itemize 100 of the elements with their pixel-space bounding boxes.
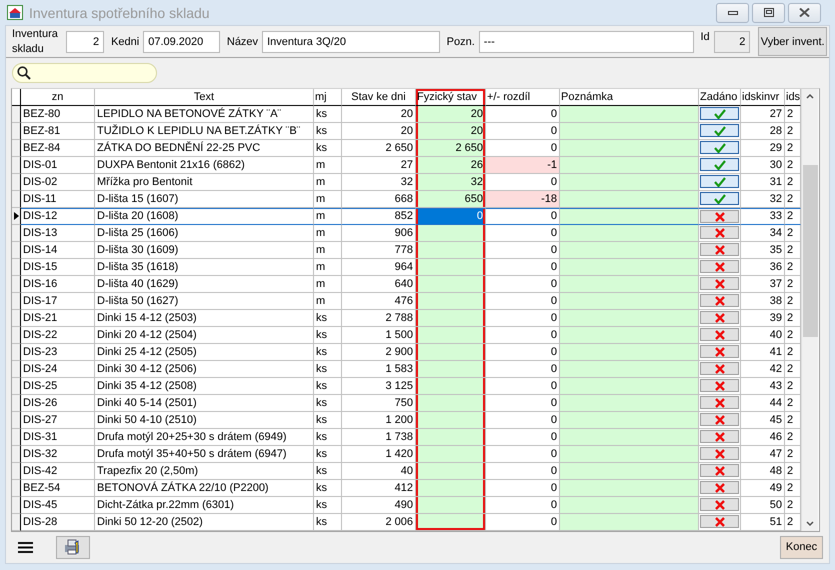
table-cell[interactable]: 0 [416, 208, 486, 225]
entered-toggle[interactable] [700, 379, 739, 392]
table-cell[interactable] [560, 497, 699, 514]
table-cell[interactable] [560, 140, 699, 157]
table-cell[interactable] [416, 344, 486, 361]
entered-toggle[interactable] [700, 277, 739, 290]
entered-toggle[interactable] [700, 481, 739, 494]
entered-toggle[interactable] [700, 328, 739, 341]
row-header[interactable] [12, 395, 21, 412]
table-cell[interactable] [560, 242, 699, 259]
table-cell[interactable] [416, 497, 486, 514]
row-header[interactable] [12, 310, 21, 327]
entered-toggle[interactable] [700, 294, 739, 307]
table-cell[interactable] [560, 446, 699, 463]
table-cell[interactable] [416, 395, 486, 412]
column-header[interactable]: ids [785, 89, 801, 106]
entered-toggle[interactable] [700, 413, 739, 426]
row-header[interactable] [12, 293, 21, 310]
row-header[interactable] [12, 157, 21, 174]
table-cell[interactable] [560, 123, 699, 140]
table-cell[interactable]: 26 [416, 157, 486, 174]
table-cell[interactable] [560, 174, 699, 191]
entered-toggle[interactable] [700, 192, 739, 205]
row-header[interactable] [12, 497, 21, 514]
entered-toggle[interactable] [700, 515, 739, 528]
column-header[interactable]: Text [95, 89, 314, 106]
table-cell[interactable] [560, 378, 699, 395]
close-dialog-button[interactable]: Konec [780, 536, 823, 558]
row-header[interactable] [12, 378, 21, 395]
entered-toggle[interactable] [700, 464, 739, 477]
entered-toggle[interactable] [700, 158, 739, 171]
row-header[interactable] [12, 140, 21, 157]
column-header[interactable]: zn [21, 89, 95, 106]
table-cell[interactable] [560, 395, 699, 412]
entered-toggle[interactable] [700, 447, 739, 460]
entered-toggle[interactable] [700, 124, 739, 137]
entered-toggle[interactable] [700, 107, 739, 120]
table-cell[interactable] [416, 242, 486, 259]
table-cell[interactable] [560, 463, 699, 480]
table-cell[interactable] [416, 480, 486, 497]
scroll-thumb[interactable] [802, 165, 818, 337]
table-cell[interactable] [560, 259, 699, 276]
table-cell[interactable] [560, 327, 699, 344]
table-cell[interactable] [416, 378, 486, 395]
table-cell[interactable] [560, 106, 699, 123]
table-cell[interactable]: 20 [416, 106, 486, 123]
scrollbar[interactable] [801, 89, 818, 531]
row-header[interactable] [12, 276, 21, 293]
row-header[interactable] [12, 174, 21, 191]
row-header[interactable] [12, 446, 21, 463]
row-header[interactable] [12, 259, 21, 276]
row-header[interactable] [12, 480, 21, 497]
text-field[interactable]: --- [478, 30, 694, 52]
table-cell[interactable]: 650 [416, 191, 486, 208]
table-cell[interactable] [560, 429, 699, 446]
table-cell[interactable] [560, 480, 699, 497]
table-cell[interactable] [416, 446, 486, 463]
table-cell[interactable] [416, 293, 486, 310]
row-header[interactable] [12, 514, 21, 531]
table-cell[interactable] [560, 157, 699, 174]
table-cell[interactable] [560, 293, 699, 310]
menu-icon[interactable] [18, 542, 33, 552]
table-cell[interactable] [560, 344, 699, 361]
row-header[interactable] [12, 412, 21, 429]
column-header[interactable]: Poznámka [560, 89, 699, 106]
table-cell[interactable] [416, 429, 486, 446]
row-header[interactable] [12, 429, 21, 446]
table-cell[interactable] [416, 225, 486, 242]
maximize-button[interactable] [752, 2, 785, 22]
row-header[interactable] [12, 361, 21, 378]
entered-toggle[interactable] [700, 396, 739, 409]
column-header[interactable]: mj [314, 89, 342, 106]
table-cell[interactable] [416, 463, 486, 480]
column-header[interactable]: idskinvr [741, 89, 785, 106]
table-cell[interactable] [416, 412, 486, 429]
column-header[interactable]: Zadáno [699, 89, 741, 106]
table-cell[interactable]: 32 [416, 174, 486, 191]
row-header[interactable] [12, 225, 21, 242]
table-cell[interactable] [416, 361, 486, 378]
table-cell[interactable]: 2 650 [416, 140, 486, 157]
entered-toggle[interactable] [700, 141, 739, 154]
table-cell[interactable] [416, 514, 486, 531]
table-cell[interactable] [560, 225, 699, 242]
table-cell[interactable] [560, 412, 699, 429]
row-header[interactable] [12, 344, 21, 361]
entered-toggle[interactable] [700, 498, 739, 511]
select-inventory-button[interactable]: Vyber invent. [758, 27, 827, 56]
table-cell[interactable]: 20 [416, 123, 486, 140]
text-field[interactable]: 2 [714, 30, 750, 52]
column-header[interactable]: +/- rozdíl [486, 89, 560, 106]
table-cell[interactable] [560, 514, 699, 531]
row-header[interactable] [12, 191, 21, 208]
table-cell[interactable] [560, 276, 699, 293]
row-header[interactable] [12, 242, 21, 259]
text-field[interactable]: Inventura 3Q/20 [262, 30, 440, 52]
table-cell[interactable] [560, 310, 699, 327]
entered-toggle[interactable] [700, 345, 739, 358]
entered-toggle[interactable] [700, 260, 739, 273]
row-header[interactable] [12, 106, 21, 123]
search-field[interactable] [12, 63, 157, 83]
